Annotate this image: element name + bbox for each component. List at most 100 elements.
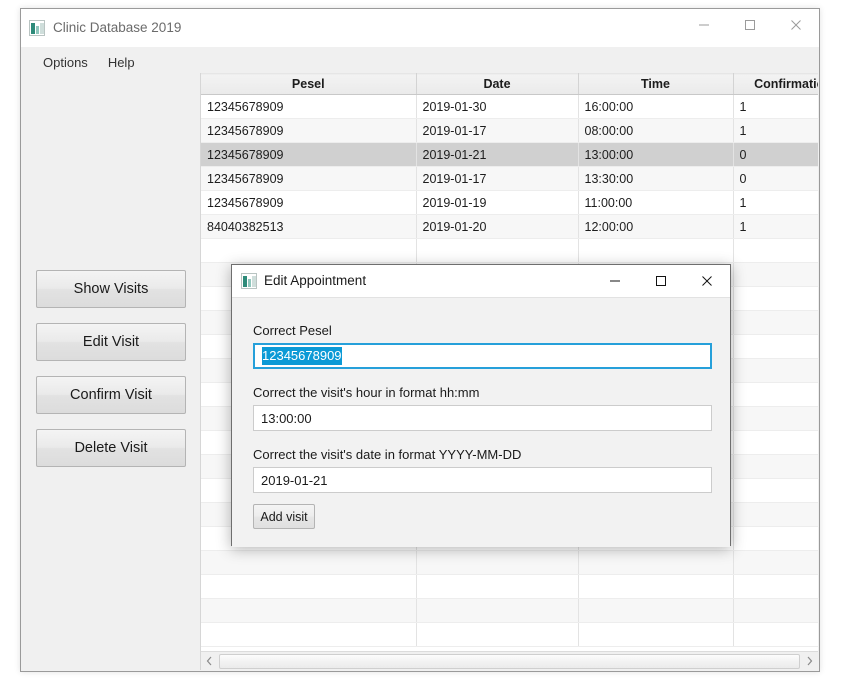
table-cell-time[interactable]: 08:00:00 <box>578 118 734 143</box>
table-cell-time[interactable]: 13:30:00 <box>578 166 734 191</box>
close-icon[interactable] <box>684 265 730 296</box>
edit-appointment-dialog: Edit Appointment Correct Pesel 123456789… <box>231 264 731 547</box>
table-cell-date[interactable]: 2019-01-17 <box>416 166 579 191</box>
scrollbar-track[interactable] <box>219 653 800 669</box>
table-cell-confirmation[interactable] <box>733 310 818 335</box>
table-cell-pesel[interactable] <box>201 598 417 623</box>
table-cell-confirmation[interactable]: 1 <box>733 190 818 215</box>
table-cell-confirmation[interactable]: 1 <box>733 118 818 143</box>
table-cell-time[interactable]: 12:00:00 <box>578 214 734 239</box>
horizontal-scrollbar[interactable] <box>201 651 818 670</box>
table-row[interactable]: 12345678909 2019-01-17 08:00:00 1 <box>201 118 818 143</box>
menu-item-options[interactable]: Options <box>33 53 98 72</box>
table-cell-date[interactable]: 2019-01-30 <box>416 94 579 119</box>
table-cell-date[interactable] <box>416 598 579 623</box>
table-cell-time[interactable] <box>578 598 734 623</box>
column-header-time[interactable]: Time <box>578 73 734 95</box>
table-header-row: Pesel Date Time Confirmation <box>201 73 818 95</box>
table-row[interactable]: 12345678909 2019-01-19 11:00:00 1 <box>201 190 818 215</box>
table-cell-date[interactable]: 2019-01-19 <box>416 190 579 215</box>
table-row[interactable]: 12345678909 2019-01-17 13:30:00 0 <box>201 166 818 191</box>
date-label: Correct the visit's date in format YYYY-… <box>253 447 522 462</box>
pesel-input[interactable]: 12345678909 <box>253 343 712 369</box>
minimize-icon[interactable] <box>681 9 727 41</box>
delete-visit-button[interactable]: Delete Visit <box>36 429 186 467</box>
table-cell-pesel[interactable] <box>201 574 417 599</box>
confirm-visit-button[interactable]: Confirm Visit <box>36 376 186 414</box>
table-cell-pesel[interactable] <box>201 622 417 647</box>
table-cell-confirmation[interactable] <box>733 478 818 503</box>
table-cell-pesel[interactable] <box>201 238 417 263</box>
table-cell-time[interactable] <box>578 550 734 575</box>
table-cell-pesel[interactable]: 12345678909 <box>201 166 417 191</box>
table-row[interactable]: 12345678909 2019-01-21 13:00:00 0 <box>201 142 818 167</box>
table-row[interactable]: 84040382513 2019-01-20 12:00:00 1 <box>201 214 818 239</box>
main-title-bar: Clinic Database 2019 <box>21 9 819 47</box>
table-cell-time[interactable]: 16:00:00 <box>578 94 734 119</box>
table-cell-confirmation[interactable]: 1 <box>733 94 818 119</box>
table-cell-confirmation[interactable] <box>733 598 818 623</box>
column-header-pesel[interactable]: Pesel <box>201 73 417 95</box>
table-cell-pesel[interactable]: 12345678909 <box>201 142 417 167</box>
table-cell-date[interactable]: 2019-01-17 <box>416 118 579 143</box>
table-cell-date[interactable] <box>416 238 579 263</box>
dialog-title-bar: Edit Appointment <box>232 265 730 297</box>
table-cell-confirmation[interactable]: 1 <box>733 214 818 239</box>
column-header-confirmation[interactable]: Confirmation <box>733 73 818 95</box>
table-cell-confirmation[interactable] <box>733 406 818 431</box>
table-cell-time[interactable] <box>578 574 734 599</box>
table-cell-confirmation[interactable] <box>733 526 818 551</box>
table-cell-confirmation[interactable] <box>733 238 818 263</box>
table-row[interactable] <box>201 574 818 599</box>
table-cell-date[interactable]: 2019-01-21 <box>416 142 579 167</box>
menu-bar: Options Help <box>21 51 145 73</box>
table-row[interactable] <box>201 598 818 623</box>
close-icon[interactable] <box>773 9 819 41</box>
edit-visit-button[interactable]: Edit Visit <box>36 323 186 361</box>
hour-input[interactable]: 13:00:00 <box>253 405 712 431</box>
screen: Clinic Database 2019 Options Help Show V… <box>0 0 842 686</box>
table-cell-date[interactable] <box>416 622 579 647</box>
table-row[interactable]: 12345678909 2019-01-30 16:00:00 1 <box>201 94 818 119</box>
date-input[interactable]: 2019-01-21 <box>253 467 712 493</box>
table-row[interactable] <box>201 238 818 263</box>
table-cell-pesel[interactable] <box>201 550 417 575</box>
column-header-date[interactable]: Date <box>416 73 579 95</box>
table-cell-confirmation[interactable] <box>733 454 818 479</box>
table-cell-pesel[interactable]: 12345678909 <box>201 94 417 119</box>
chevron-left-icon[interactable] <box>201 653 218 670</box>
table-cell-time[interactable]: 13:00:00 <box>578 142 734 167</box>
table-cell-confirmation[interactable] <box>733 334 818 359</box>
menu-item-help[interactable]: Help <box>98 53 145 72</box>
pesel-label: Correct Pesel <box>253 323 332 338</box>
table-cell-date[interactable] <box>416 550 579 575</box>
minimize-icon[interactable] <box>592 265 638 296</box>
add-visit-button[interactable]: Add visit <box>253 504 315 529</box>
table-cell-confirmation[interactable] <box>733 550 818 575</box>
table-cell-confirmation[interactable] <box>733 622 818 647</box>
table-cell-time[interactable] <box>578 238 734 263</box>
table-cell-confirmation[interactable] <box>733 358 818 383</box>
table-cell-confirmation[interactable] <box>733 430 818 455</box>
chevron-right-icon[interactable] <box>801 653 818 670</box>
table-cell-time[interactable] <box>578 622 734 647</box>
table-cell-confirmation[interactable]: 0 <box>733 166 818 191</box>
table-cell-pesel[interactable]: 12345678909 <box>201 118 417 143</box>
table-cell-confirmation[interactable] <box>733 574 818 599</box>
table-cell-confirmation[interactable] <box>733 286 818 311</box>
maximize-icon[interactable] <box>727 9 773 41</box>
show-visits-button[interactable]: Show Visits <box>36 270 186 308</box>
table-cell-pesel[interactable]: 84040382513 <box>201 214 417 239</box>
table-cell-date[interactable]: 2019-01-20 <box>416 214 579 239</box>
table-row[interactable] <box>201 550 818 575</box>
maximize-icon[interactable] <box>638 265 684 296</box>
table-cell-confirmation[interactable] <box>733 502 818 527</box>
table-cell-time[interactable]: 11:00:00 <box>578 190 734 215</box>
table-cell-pesel[interactable]: 12345678909 <box>201 190 417 215</box>
table-cell-date[interactable] <box>416 574 579 599</box>
table-cell-confirmation[interactable] <box>733 382 818 407</box>
scrollbar-thumb[interactable] <box>219 653 800 669</box>
table-cell-confirmation[interactable] <box>733 262 818 287</box>
table-row[interactable] <box>201 622 818 647</box>
table-cell-confirmation[interactable]: 0 <box>733 142 818 167</box>
